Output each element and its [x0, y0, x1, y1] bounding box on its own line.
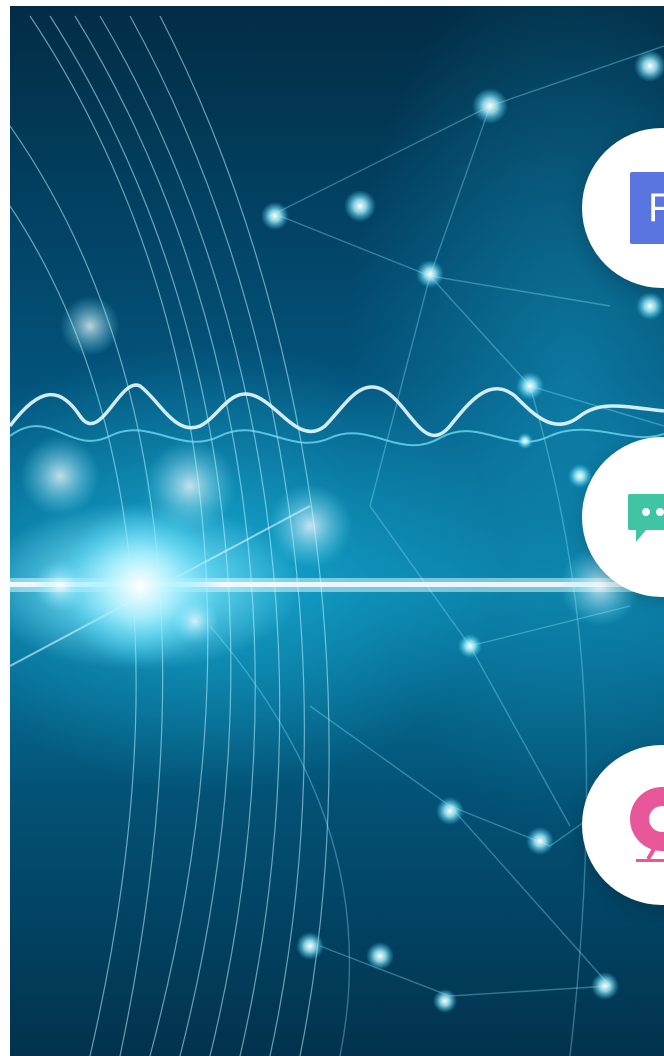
f-logo-icon: F — [630, 172, 664, 244]
f-logo-label: F — [648, 186, 664, 230]
hero-background-image — [10, 6, 664, 1056]
page-frame: F — [0, 0, 664, 1056]
webcam-icon — [630, 787, 664, 862]
fiber-optic-network-graphic — [10, 15, 664, 1056]
chat-bubble-icon — [628, 494, 664, 542]
